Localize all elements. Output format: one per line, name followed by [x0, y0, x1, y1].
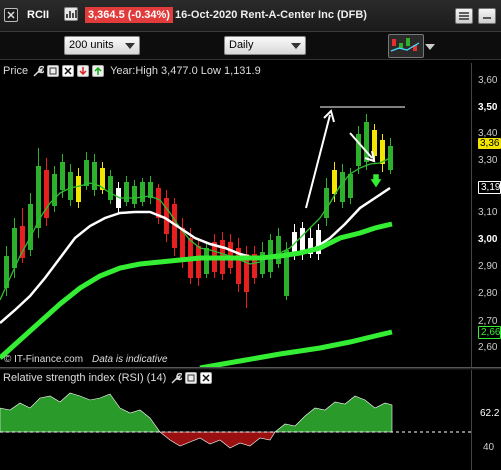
close-pane-icon[interactable] — [62, 65, 75, 77]
rsi-negative-area — [159, 431, 276, 449]
candle-body — [332, 170, 337, 194]
rsi-positive-area — [0, 392, 161, 433]
candle-body — [324, 188, 329, 218]
candle-body — [28, 204, 33, 250]
candle-body — [20, 226, 25, 258]
restore-icon[interactable] — [185, 372, 198, 384]
candle-body — [348, 174, 353, 198]
candles-group — [4, 114, 393, 308]
candle-body — [140, 182, 145, 202]
price-tick: 3,50 — [478, 102, 498, 113]
price-tick: 2,80 — [478, 288, 498, 299]
date-company-label: 16-Oct-2020 Rent-A-Center Inc (DFB) — [175, 9, 367, 21]
rsi-value-tag: 62.2 — [478, 408, 501, 419]
last-price-tag: 3,36 — [478, 138, 501, 149]
restore-icon[interactable] — [47, 65, 60, 77]
candle-body — [204, 248, 209, 274]
candle-body — [356, 134, 361, 166]
close-icon[interactable] — [4, 8, 18, 22]
candle-body — [68, 172, 73, 200]
price-pane-header: Price Year:High 3,477.0 Low 1,131.9 — [3, 63, 261, 79]
move-up-icon[interactable] — [92, 65, 105, 77]
price-pane-label: Price — [3, 65, 29, 77]
ma-fast-line — [0, 157, 391, 301]
wrench-icon[interactable] — [169, 372, 183, 385]
move-down-icon[interactable] — [77, 65, 90, 77]
ma-long-line — [199, 329, 393, 368]
minimize-icon[interactable] — [478, 8, 496, 24]
watermark-text: © IT-Finance.com — [4, 354, 83, 365]
price-tick: 3,60 — [478, 75, 498, 86]
symbol-label[interactable]: RCII — [27, 9, 49, 21]
buy-signal-arrow — [370, 174, 382, 188]
rsi-positive-area-2 — [274, 395, 393, 433]
candle-body — [84, 160, 89, 186]
period-dropdown[interactable]: Daily — [224, 36, 306, 55]
rsi-level-tick: 40 — [483, 442, 495, 453]
candle-body — [364, 122, 369, 162]
candle-body — [76, 176, 81, 202]
candle-body — [132, 186, 137, 204]
chart-icon[interactable] — [64, 7, 78, 21]
chevron-down-icon — [291, 43, 301, 49]
rsi-pane-label: Relative strength index (RSI) (14) — [3, 372, 167, 384]
price-tick: 3,10 — [478, 207, 498, 218]
indicative-text: Data is indicative — [92, 354, 168, 365]
wrench-icon[interactable] — [31, 65, 45, 78]
candle-body — [340, 172, 345, 202]
price-tick: 3,30 — [478, 155, 498, 166]
candle-body — [92, 162, 97, 190]
rsi-axis[interactable] — [471, 370, 501, 470]
units-value: 200 units — [69, 39, 114, 51]
chart-style-menu-icon[interactable] — [425, 44, 435, 50]
candle-body — [12, 228, 17, 268]
chart-toolbar: 200 units Daily — [0, 32, 501, 60]
price-chart[interactable]: © IT-Finance.com Data is indicative — [0, 78, 471, 368]
white-ma-tag: 3,19 — [478, 181, 501, 194]
rsi-pane-header: Relative strength index (RSI) (14) — [3, 370, 213, 386]
chart-style-button[interactable] — [388, 34, 424, 58]
long-ma-tag: 2,66 — [478, 326, 501, 339]
price-tick: 3,00 — [478, 234, 498, 245]
units-dropdown[interactable]: 200 units — [64, 36, 140, 55]
candle-body — [60, 162, 65, 190]
candle-body — [196, 246, 201, 278]
price-tick: 2,60 — [478, 342, 498, 353]
price-change-badge: 3,364.5 (-0.34%) — [85, 7, 173, 23]
candle-body — [124, 182, 129, 202]
period-value: Daily — [229, 39, 254, 51]
candle-body — [108, 176, 113, 200]
title-bar: RCII 3,364.5 (-0.34%) 16-Oct-2020 Rent-A… — [0, 0, 501, 32]
menu-icon[interactable] — [455, 8, 473, 24]
price-tick: 2,90 — [478, 261, 498, 272]
chevron-down-icon — [125, 43, 135, 49]
year-range-text: Year:High 3,477.0 Low 1,131.9 — [110, 65, 261, 77]
candle-body — [52, 174, 57, 206]
rsi-chart[interactable] — [0, 388, 471, 470]
candle-body — [164, 198, 169, 234]
close-pane-icon[interactable] — [200, 372, 213, 384]
candle-body — [276, 236, 281, 264]
